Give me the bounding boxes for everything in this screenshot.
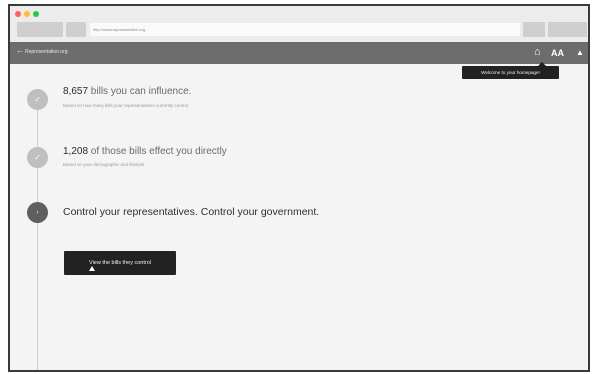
browser-forward-button[interactable] [66,22,86,37]
browser-action-button[interactable] [523,22,545,37]
step-2-text: of those bills effect you directly [88,146,227,157]
window-controls [15,11,39,17]
step-2-check-icon: ✓ [27,147,48,168]
site-title[interactable]: Representation.org [25,49,68,55]
home-icon[interactable]: ⌂ [534,46,541,58]
step-3-headline: Control your representatives. Control yo… [63,206,320,218]
address-bar[interactable]: http://www.representation.org [90,23,520,36]
minimize-window-dot[interactable] [24,11,30,17]
browser-menu-button[interactable] [548,22,587,37]
browser-back-button[interactable] [17,22,63,37]
step-1-number: 8,657 [63,86,89,97]
homepage-tooltip: Welcome to your homepage! [462,62,559,79]
step-2-subtext: Based on your demographic and lifestyle [63,162,145,167]
step-1-subtext: Based on how many bills your representat… [63,103,190,108]
view-bills-button[interactable]: View the bills they control [64,251,176,275]
app-bar: ← Representation.org ⌂ AA ▲ [10,42,588,64]
step-2-headline: 1,208 of those bills effect you directly [63,146,227,157]
step-1-text: bills you can influence. [88,86,192,97]
browser-chrome: http://www.representation.org [10,6,588,42]
zoom-window-dot[interactable] [33,11,39,17]
text-size-icon[interactable]: AA [551,47,564,59]
browser-window: http://www.representation.org ← Represen… [8,4,590,372]
step-1-headline: 8,657 bills you can influence. [63,86,191,97]
progress-timeline [37,101,38,370]
step-1-check-icon: ✓ [27,89,48,110]
bell-icon[interactable]: ▲ [576,47,584,59]
back-arrow-icon[interactable]: ← [16,46,24,55]
step-2-number: 1,208 [63,146,89,157]
close-window-dot[interactable] [15,11,21,17]
step-3-indicator: › [27,202,48,223]
mouse-cursor-icon [89,266,95,271]
